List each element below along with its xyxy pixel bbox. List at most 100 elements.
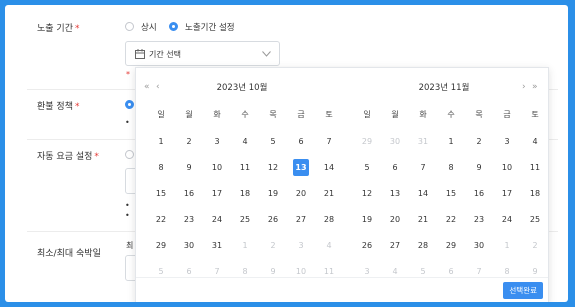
day-cell[interactable]: 29: [147, 232, 175, 258]
exposure-label: 노출 기간 *: [37, 21, 79, 34]
day-cell-selected[interactable]: 13: [287, 154, 315, 180]
auto-fare-radio[interactable]: [125, 150, 134, 159]
day-cell[interactable]: 2: [259, 232, 287, 258]
day-cell[interactable]: 5: [353, 154, 381, 180]
day-cell[interactable]: 3: [203, 128, 231, 154]
day-cell[interactable]: 25: [231, 206, 259, 232]
day-cell[interactable]: 1: [437, 128, 465, 154]
day-cell[interactable]: 27: [381, 232, 409, 258]
day-cell[interactable]: 16: [465, 180, 493, 206]
day-cell[interactable]: 13: [381, 180, 409, 206]
day-cell[interactable]: 1: [493, 232, 521, 258]
weekday-header: 수: [447, 110, 455, 119]
day-cell[interactable]: 12: [353, 180, 381, 206]
next-month-button[interactable]: ›: [522, 82, 525, 92]
day-cell[interactable]: 22: [437, 206, 465, 232]
day-cell[interactable]: 6: [381, 154, 409, 180]
day-number: 2: [270, 240, 276, 250]
day-cell[interactable]: 25: [521, 206, 549, 232]
day-cell[interactable]: 7: [409, 154, 437, 180]
day-cell[interactable]: 8: [147, 154, 175, 180]
day-cell[interactable]: 21: [409, 206, 437, 232]
day-cell[interactable]: 24: [203, 206, 231, 232]
day-number: 21: [417, 214, 429, 224]
day-cell[interactable]: 19: [259, 180, 287, 206]
day-cell[interactable]: 3: [493, 128, 521, 154]
day-cell[interactable]: 18: [231, 180, 259, 206]
day-cell[interactable]: 1: [147, 128, 175, 154]
required-mark: *: [74, 24, 80, 34]
day-cell[interactable]: 23: [465, 206, 493, 232]
day-cell[interactable]: 31: [203, 232, 231, 258]
day-cell[interactable]: 11: [521, 154, 549, 180]
day-number: 1: [448, 136, 454, 146]
day-cell[interactable]: 4: [315, 232, 343, 258]
day-cell[interactable]: 12: [259, 154, 287, 180]
day-cell[interactable]: 17: [493, 180, 521, 206]
day-cell[interactable]: 4: [521, 128, 549, 154]
day-cell[interactable]: 30: [465, 232, 493, 258]
day-cell[interactable]: 28: [409, 232, 437, 258]
day-cell[interactable]: 27: [287, 206, 315, 232]
weekday-header: 월: [391, 110, 399, 119]
radio-period-label[interactable]: 노출기간 설정: [185, 21, 235, 33]
refund-radio[interactable]: [125, 100, 134, 109]
day-number: 24: [211, 214, 223, 224]
day-cell[interactable]: 20: [381, 206, 409, 232]
day-cell[interactable]: 17: [203, 180, 231, 206]
day-cell[interactable]: 10: [203, 154, 231, 180]
day-cell[interactable]: 5: [259, 128, 287, 154]
day-number: 25: [529, 214, 541, 224]
day-cell[interactable]: 22: [147, 206, 175, 232]
radio-always-label[interactable]: 상시: [141, 21, 157, 33]
day-cell[interactable]: 14: [409, 180, 437, 206]
day-cell[interactable]: 15: [437, 180, 465, 206]
day-cell[interactable]: 8: [437, 154, 465, 180]
day-cell[interactable]: 16: [175, 180, 203, 206]
day-cell[interactable]: 4: [231, 128, 259, 154]
day-cell[interactable]: 28: [315, 206, 343, 232]
day-cell[interactable]: 14: [315, 154, 343, 180]
stay-field-label: 최: [126, 241, 134, 250]
confirm-selection-button[interactable]: 선택완료: [503, 282, 543, 299]
day-cell[interactable]: 24: [493, 206, 521, 232]
day-number: 22: [155, 214, 167, 224]
day-cell[interactable]: 2: [521, 232, 549, 258]
prev-month-button[interactable]: ‹: [156, 82, 159, 92]
day-number: 17: [211, 188, 223, 198]
day-cell[interactable]: 6: [287, 128, 315, 154]
next-year-button[interactable]: »: [532, 82, 537, 92]
day-cell[interactable]: 30: [175, 232, 203, 258]
radio-period[interactable]: [169, 22, 178, 31]
day-cell[interactable]: 9: [465, 154, 493, 180]
radio-always[interactable]: [125, 22, 134, 31]
day-cell[interactable]: 26: [353, 232, 381, 258]
day-cell[interactable]: 21: [315, 180, 343, 206]
month-title-right: 2023년 11월: [418, 83, 470, 93]
date-range-input[interactable]: 기간 선택: [125, 41, 280, 66]
day-number: 2: [186, 136, 192, 146]
day-cell[interactable]: 11: [231, 154, 259, 180]
day-number: 13: [293, 158, 309, 176]
day-cell[interactable]: 10: [493, 154, 521, 180]
day-cell[interactable]: 23: [175, 206, 203, 232]
day-number: 14: [323, 162, 335, 172]
day-cell[interactable]: 2: [465, 128, 493, 154]
day-cell[interactable]: 15: [147, 180, 175, 206]
day-cell[interactable]: 2: [175, 128, 203, 154]
required-mark: *: [94, 152, 99, 162]
day-cell[interactable]: 26: [259, 206, 287, 232]
day-cell[interactable]: 7: [315, 128, 343, 154]
prev-year-button[interactable]: «: [144, 82, 149, 92]
day-cell[interactable]: 20: [287, 180, 315, 206]
day-cell[interactable]: 1: [231, 232, 259, 258]
day-cell[interactable]: 9: [175, 154, 203, 180]
day-cell[interactable]: 31: [409, 128, 437, 154]
day-cell[interactable]: 18: [521, 180, 549, 206]
day-cell[interactable]: 30: [381, 128, 409, 154]
day-cell[interactable]: 29: [353, 128, 381, 154]
day-cell[interactable]: 3: [287, 232, 315, 258]
day-number: 9: [476, 162, 482, 172]
day-cell[interactable]: 29: [437, 232, 465, 258]
day-cell[interactable]: 19: [353, 206, 381, 232]
